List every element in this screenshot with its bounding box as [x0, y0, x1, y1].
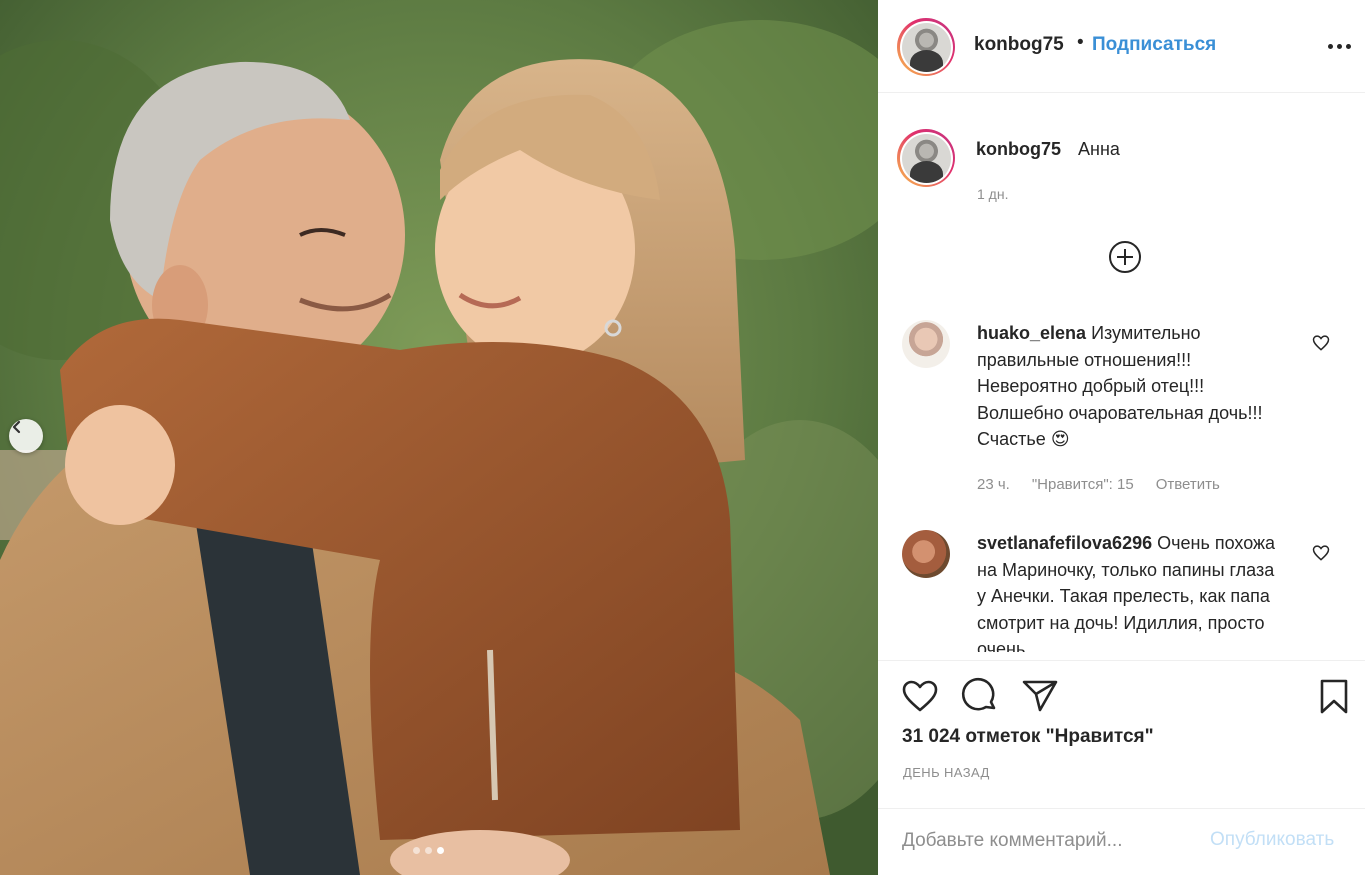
commenter-username[interactable]: huako_elena	[977, 323, 1086, 343]
post-header: konbog75 • Подписаться	[878, 0, 1365, 92]
caption-avatar[interactable]	[897, 129, 955, 187]
chevron-left-icon	[12, 420, 21, 434]
heart-icon[interactable]	[1311, 333, 1331, 353]
actions-divider	[878, 660, 1365, 661]
comment-time[interactable]: 23 ч.	[977, 476, 1010, 493]
post-date[interactable]: ДЕНЬ НАЗАД	[903, 765, 990, 780]
comment-body: huako_elena Изумительно правильные отнош…	[977, 320, 1277, 453]
comment-meta: 23 ч. "Нравится": 15 Ответить	[977, 476, 1242, 493]
carousel-dot	[425, 847, 432, 854]
publish-button[interactable]: Опубликовать	[1210, 829, 1334, 851]
composer-divider	[878, 808, 1365, 809]
plus-circle-icon[interactable]	[1108, 240, 1142, 274]
comment-input[interactable]	[902, 826, 1202, 856]
carousel-indicator	[413, 847, 444, 854]
action-bar	[878, 668, 1365, 720]
comment-bubble-icon[interactable]	[960, 676, 1000, 716]
author-username[interactable]: konbog75	[974, 34, 1064, 56]
header-divider	[878, 92, 1365, 93]
commenter-username[interactable]: svetlanafefilova6296	[977, 533, 1152, 553]
commenter-avatar[interactable]	[902, 320, 950, 368]
caption-username[interactable]: konbog75	[976, 139, 1061, 160]
likes-count[interactable]: 31 024 отметок "Нравится"	[902, 726, 1154, 748]
caption-timestamp[interactable]: 1 дн.	[977, 186, 1008, 202]
carousel-dot-active	[437, 847, 444, 854]
heart-icon[interactable]	[900, 676, 940, 716]
photo-illustration	[0, 0, 878, 875]
header-separator: •	[1077, 32, 1084, 53]
comment-body: svetlanafefilova6296 Очень похожа на Мар…	[977, 530, 1277, 652]
post-photo[interactable]	[0, 0, 878, 875]
more-options-icon[interactable]	[1326, 37, 1352, 55]
author-avatar[interactable]	[897, 18, 955, 76]
commenter-avatar[interactable]	[902, 530, 950, 578]
post-side-panel: konbog75 • Подписаться konbog75 Анна 1 д…	[878, 0, 1365, 875]
comments-list[interactable]: huako_elena Изумительно правильные отнош…	[878, 300, 1365, 652]
carousel-dot	[413, 847, 420, 854]
reply-button[interactable]: Ответить	[1156, 476, 1220, 493]
heart-icon[interactable]	[1311, 543, 1331, 563]
bookmark-icon[interactable]	[1314, 676, 1354, 716]
caption-text: Анна	[1078, 139, 1120, 159]
previous-photo-button[interactable]	[9, 419, 43, 453]
follow-button[interactable]: Подписаться	[1092, 34, 1216, 56]
paper-plane-icon[interactable]	[1020, 676, 1060, 716]
comment-likes[interactable]: "Нравится": 15	[1032, 476, 1134, 493]
